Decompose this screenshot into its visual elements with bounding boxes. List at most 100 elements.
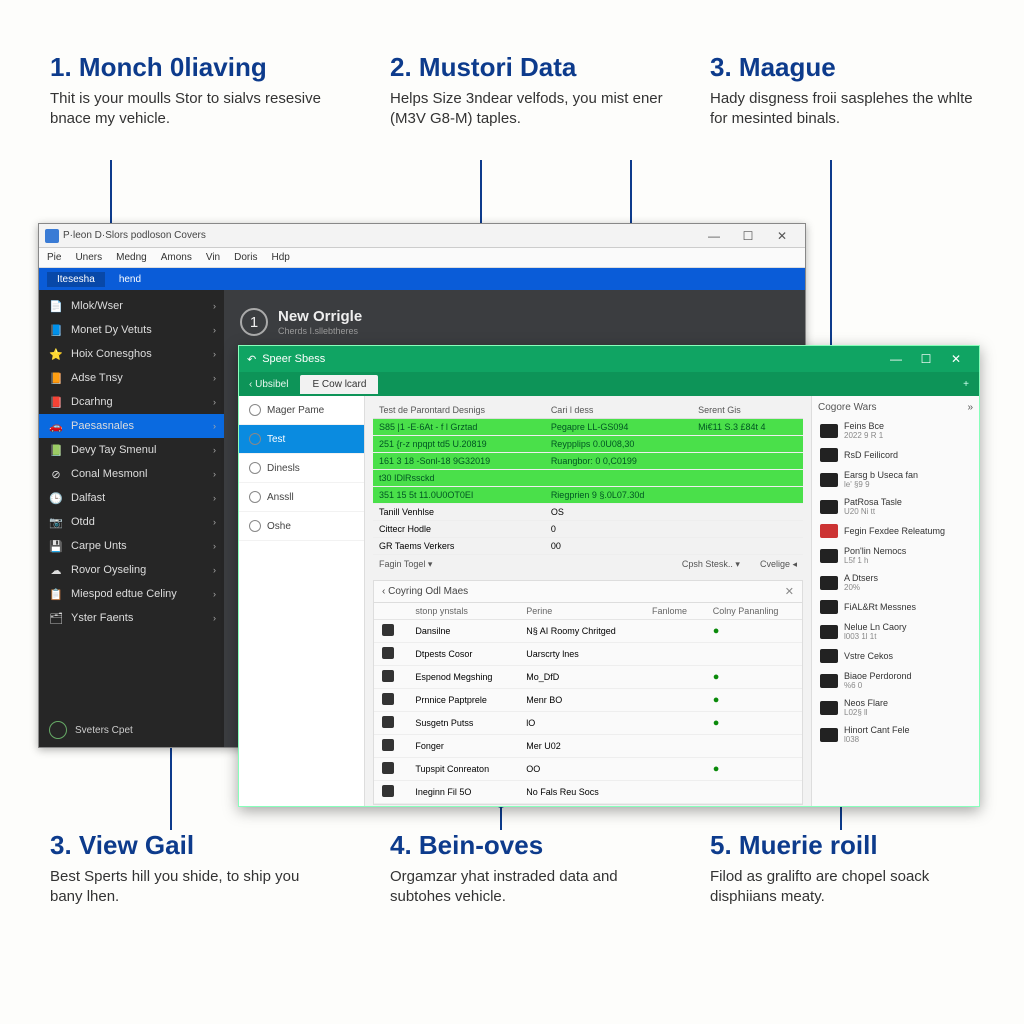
sidebar-item[interactable]: ☁Rovor Oyseling› (39, 558, 224, 582)
arrow-left-icon[interactable]: ↶ (247, 353, 256, 366)
table-row[interactable]: S85 |1 -E·6At - f l GrztadPegapre LL-GS0… (373, 419, 803, 436)
table-row[interactable]: Cittecr Hodle0 (373, 521, 803, 538)
list-item[interactable]: RsD Feilicord (818, 444, 973, 466)
row-icon (382, 762, 394, 774)
list-item[interactable]: Vstre Cekos (818, 645, 973, 667)
titlebar[interactable]: P·leon D·Slors podloson Covers — ☐ ✕ (39, 224, 805, 248)
list-item[interactable]: Nelue Ln Caoryl003 1l 1t (818, 618, 973, 645)
menu-item[interactable]: Hdp (271, 252, 289, 263)
list-item[interactable]: Pon'lin NemocsL5f 1 h (818, 542, 973, 569)
nav-item[interactable]: Mager Pame (239, 396, 364, 425)
cell (692, 487, 803, 504)
sidebar-item[interactable]: 🗂Yster Faents› (39, 606, 224, 630)
col-header[interactable]: Colny Pananling (705, 603, 802, 620)
menu-item[interactable]: Doris (234, 252, 257, 263)
collapse-icon[interactable]: » (967, 402, 973, 413)
col-header[interactable]: Serent Gis (692, 402, 803, 419)
dropdown[interactable]: Cvelige ◂ (760, 559, 797, 570)
window-title: P·leon D·Slors podloson Covers (63, 230, 206, 241)
close-button[interactable]: ✕ (941, 352, 971, 366)
sidebar-item[interactable]: 🕒Dalfast› (39, 486, 224, 510)
minimize-button[interactable]: — (697, 229, 731, 243)
sidebar-item[interactable]: 📗Devy Tay Smenul› (39, 438, 224, 462)
list-item[interactable]: A Dtsers20% (818, 569, 973, 596)
sidebar-item[interactable]: 📘Monet Dy Vetuts› (39, 318, 224, 342)
list-item[interactable]: Earsg b Useca fanle' §9 9 (818, 466, 973, 493)
list-item[interactable]: Biaoe Perdorond%6 0 (818, 667, 973, 694)
cell: GR Taems Verkers (373, 538, 545, 555)
sidebar-item[interactable]: ⊘Conal Mesmonl› (39, 462, 224, 486)
nav-item[interactable]: Test (239, 425, 364, 454)
list-item[interactable]: Neos FlareL02§ ll (818, 694, 973, 721)
item-icon (820, 728, 838, 742)
table-row[interactable]: Ineginn Fil 5ONo Fals Reu Socs (374, 781, 802, 804)
back-button[interactable]: ‹ Ubsibel (239, 379, 298, 390)
list-item[interactable]: Hinort Cant Felel038 (818, 721, 973, 748)
sidebar-item[interactable]: 📄Mlok/Wser› (39, 294, 224, 318)
close-icon[interactable]: ✕ (785, 585, 794, 598)
table-row[interactable]: FongerMer U02 (374, 735, 802, 758)
dropdown[interactable]: Fagin Togel ▾ (379, 559, 432, 570)
sidebar-item[interactable]: ⭐Hoix Conesghos› (39, 342, 224, 366)
right-pane: Cogore Wars» Feins Bce2022 9 R 1RsD Feil… (811, 396, 979, 806)
list-item[interactable]: Feins Bce2022 9 R 1 (818, 417, 973, 444)
item-text: PatRosa TasleU20 Ni tt (844, 497, 902, 516)
menu-item[interactable]: Vin (206, 252, 220, 263)
col-header[interactable]: Cari l dess (545, 402, 692, 419)
col-header[interactable]: Fanlome (644, 603, 705, 620)
table-row[interactable]: 351 15 5t 11.0U0OT0EIRiegprien 9 §.0L07.… (373, 487, 803, 504)
dropdown[interactable]: Cpsh Stesk.. ▾ (682, 559, 740, 570)
table-row[interactable]: Tupspit ConreatonOO● (374, 758, 802, 781)
tab-active[interactable]: E Cow lcard (300, 375, 378, 394)
ribbon-tab-active[interactable]: Itesesha (47, 272, 105, 287)
sidebar-icon: ⊘ (49, 467, 63, 481)
sidebar-item[interactable]: 📷Otdd› (39, 510, 224, 534)
list-item[interactable]: PatRosa TasleU20 Ni tt (818, 493, 973, 520)
sidebar-item[interactable]: 📋Miespod edtue Celiny› (39, 582, 224, 606)
table-row[interactable]: Tanill VenhlseOS (373, 504, 803, 521)
table-row[interactable]: Espenod MegshingMo_DfD● (374, 666, 802, 689)
table-row[interactable]: t30 IDlRssckd (373, 470, 803, 487)
sidebar-icon: 📗 (49, 443, 63, 457)
cell: Pegapre LL-GS094 (545, 419, 692, 436)
menu-item[interactable]: Uners (75, 252, 102, 263)
table-row[interactable]: 161 3 18 -Sonl-18 9G32019Ruangbor: 0 0,C… (373, 453, 803, 470)
nav-item[interactable]: Oshe (239, 512, 364, 541)
close-button[interactable]: ✕ (765, 229, 799, 243)
table-row[interactable]: Susgetn PutsslO● (374, 712, 802, 735)
col-header[interactable]: Perine (518, 603, 644, 620)
menu-item[interactable]: Amons (161, 252, 192, 263)
table-row[interactable]: GR Taems Verkers00 (373, 538, 803, 555)
maximize-button[interactable]: ☐ (731, 229, 765, 243)
ribbon-tab[interactable]: hend (119, 274, 141, 285)
titlebar[interactable]: ↶ Speer Sbess — ☐ ✕ (239, 346, 979, 372)
check-icon: ● (713, 625, 720, 637)
cell: Espenod Megshing (407, 666, 518, 689)
cell: Ineginn Fil 5O (407, 781, 518, 804)
sidebar-item[interactable]: 🚗Paesasnales› (39, 414, 224, 438)
menu-item[interactable]: Pie (47, 252, 61, 263)
sidebar-item[interactable]: 📙Adse Tnsy› (39, 366, 224, 390)
sidebar-item[interactable]: 💾Carpe Unts› (39, 534, 224, 558)
table-row[interactable]: Prnnice PaptpreleMenr BO● (374, 689, 802, 712)
table-row[interactable]: DansilneN§ AI Roomy Chritged● (374, 620, 802, 643)
col-header[interactable]: Test de Parontard Desnigs (373, 402, 545, 419)
nav-item[interactable]: Dinesls (239, 454, 364, 483)
new-badge[interactable]: 1 New OrrigleCherds I.sllebtheres (240, 308, 362, 336)
minimize-button[interactable]: — (881, 352, 911, 366)
status-cell: ● (705, 620, 802, 643)
section-title[interactable]: ‹ Coyring Odl Maes (382, 586, 468, 597)
nav-item[interactable]: Anssll (239, 483, 364, 512)
sidebar-item[interactable]: 📕Dcarhng› (39, 390, 224, 414)
table-row[interactable]: Dtpests CosorUarscrty lnes (374, 643, 802, 666)
col-header[interactable]: stonp ynstals (407, 603, 518, 620)
callout-3-title: 3. Maague (710, 52, 990, 83)
item-text: Earsg b Useca fanle' §9 9 (844, 470, 918, 489)
list-item[interactable]: Fegin Fexdee Releatumg (818, 520, 973, 542)
add-tab-icon[interactable]: + (953, 379, 979, 390)
list-item[interactable]: FiAL&Rt Messnes (818, 596, 973, 618)
user-badge[interactable]: Sveters Cpet (49, 721, 133, 739)
table-row[interactable]: 251 {r-z npqpt td5 U.20819Reypplips 0.0U… (373, 436, 803, 453)
maximize-button[interactable]: ☐ (911, 352, 941, 366)
menu-item[interactable]: Medng (116, 252, 147, 263)
